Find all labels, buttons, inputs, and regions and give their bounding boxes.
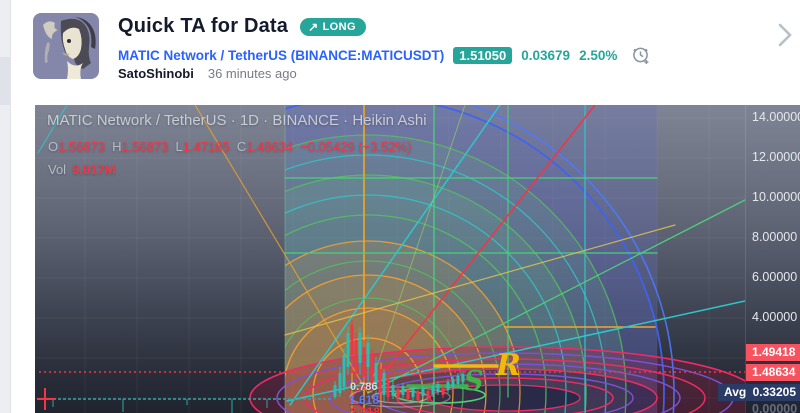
avg-label-value: 0.33205 xyxy=(753,384,796,401)
chart-card: MATIC Network / TetherUS · 1D · BINANCE … xyxy=(35,105,800,413)
ohlc-open-value: 1.56873 xyxy=(58,139,105,154)
volume-row: Vol 9.017M xyxy=(48,162,115,177)
avatar[interactable] xyxy=(33,13,99,79)
alert-add-icon xyxy=(630,44,652,66)
time-ago: 36 minutes ago xyxy=(208,66,297,81)
ohlc-close-value: 1.48634 xyxy=(246,139,293,154)
chart-legend-title[interactable]: MATIC Network / TetherUS · 1D · BINANCE … xyxy=(47,112,427,129)
last-price-badge: 1.51050 xyxy=(453,47,512,64)
price-label-high: 1.49418 xyxy=(746,344,800,361)
y-axis-label: 12.00000 xyxy=(752,150,800,164)
page-left-gutter xyxy=(0,0,11,413)
ohlc-change: −0.05429 (−3.52%) xyxy=(300,139,411,154)
symbol-link[interactable]: MATIC Network / TetherUS (BINANCE:MATICU… xyxy=(118,48,444,63)
y-axis-label: 10.00000 xyxy=(752,190,800,204)
ohlc-close-key: C xyxy=(237,139,246,154)
direction-badge: ↗ LONG xyxy=(300,18,366,36)
y-axis-label: 4.00000 xyxy=(752,310,797,324)
fib-label-2618: 2.618 xyxy=(350,405,380,413)
y-axis-label: 8.00000 xyxy=(752,230,797,244)
price-label-zero: 0.00000 xyxy=(752,402,797,413)
ohlc-high-key: H xyxy=(112,139,121,154)
next-card-button[interactable] xyxy=(774,21,796,54)
ohlc-low-value: 1.47185 xyxy=(183,139,230,154)
volume-label: Vol xyxy=(48,162,66,177)
symbol-row: MATIC Network / TetherUS (BINANCE:MATICU… xyxy=(118,44,652,66)
byline-row: SatoShinobi 36 minutes ago xyxy=(118,66,297,81)
avg-label-text: Avg xyxy=(724,384,746,401)
price-label-close: 1.48634 xyxy=(746,364,800,381)
avg-price-label: Avg 0.33205 xyxy=(718,384,800,401)
chevron-right-icon xyxy=(774,21,796,49)
ohlc-low-key: L xyxy=(176,139,183,154)
arrow-up-right-icon: ↗ xyxy=(308,21,318,33)
idea-header-row: Quick TA for Data ↗ LONG xyxy=(118,15,366,38)
support-label: S xyxy=(464,366,484,397)
y-axis-label: 6.00000 xyxy=(752,270,797,284)
resistance-label: R xyxy=(496,348,521,383)
ohlc-open-key: O xyxy=(48,139,58,154)
idea-title[interactable]: Quick TA for Data xyxy=(118,15,288,38)
change-percent: 2.50% xyxy=(579,48,617,63)
y-axis-label: 14.00000 xyxy=(752,110,800,124)
price-axis[interactable]: 14.00000 12.00000 10.00000 8.00000 6.000… xyxy=(745,105,800,413)
ohlc-high-value: 1.56873 xyxy=(122,139,169,154)
chart-ohlc-row: O1.56873H1.56873L1.47185C1.48634−0.05429… xyxy=(48,139,411,154)
direction-badge-label: LONG xyxy=(323,21,356,33)
fib-label-0786: 0.786 xyxy=(350,381,378,393)
change-absolute: 0.03679 xyxy=(521,48,570,63)
author-link[interactable]: SatoShinobi xyxy=(118,66,194,81)
volume-value: 9.017M xyxy=(72,162,115,177)
chart-canvas[interactable]: MATIC Network / TetherUS · 1D · BINANCE … xyxy=(35,105,745,413)
add-alert-button[interactable] xyxy=(630,44,652,66)
avatar-image xyxy=(33,13,99,79)
